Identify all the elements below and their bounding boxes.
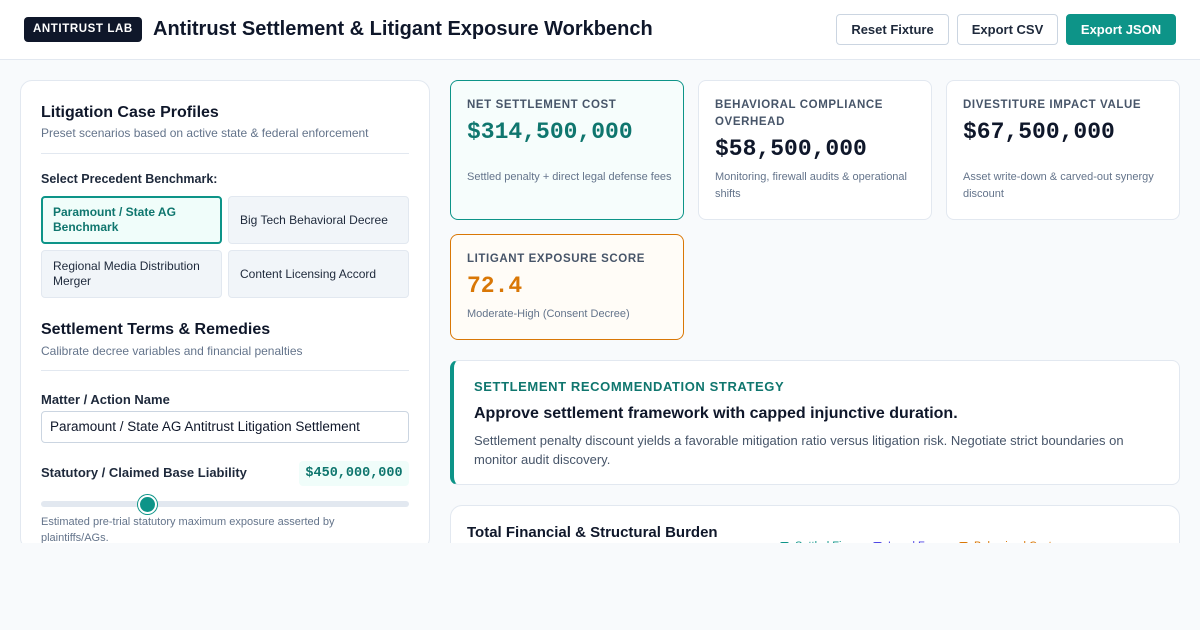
app-badge: ANTITRUST LAB — [24, 17, 142, 42]
divestiture-impact-value: $67,500,000 — [963, 119, 1115, 145]
litigant-exposure-note: Moderate-High (Consent Decree) — [467, 308, 630, 320]
preset-paramount-benchmark[interactable]: Paramount / State AG Benchmark — [41, 196, 222, 244]
litigant-exposure-card: LITIGANT EXPOSURE SCORE 72.4 Moderate-Hi… — [450, 234, 684, 340]
divestiture-impact-note: Asset write-down & carved-out synergy di… — [963, 171, 1154, 200]
terms-title: Settlement Terms & Remedies — [41, 321, 271, 338]
benchmark-label: Select Precedent Benchmark: — [41, 172, 218, 186]
divestiture-impact-label: DIVESTITURE IMPACT VALUE — [963, 99, 1142, 111]
litigant-exposure-label: LITIGANT EXPOSURE SCORE — [467, 253, 646, 265]
preset-label: Content Licensing Accord — [240, 266, 377, 281]
divestiture-impact-card: DIVESTITURE IMPACT VALUE $67,500,000 Ass… — [946, 80, 1180, 220]
settings-panel: Litigation Case Profiles Preset scenario… — [20, 80, 430, 550]
export-csv-button[interactable]: Export CSV — [957, 14, 1058, 45]
preset-label: Regional Media Distribution Merger — [53, 259, 200, 288]
top-bar: ANTITRUST LAB Antitrust Settlement & Lit… — [0, 0, 1200, 60]
recommendation-kicker: SETTLEMENT RECOMMENDATION STRATEGY — [474, 379, 785, 394]
net-settlement-note: Settled penalty + direct legal defense f… — [467, 171, 672, 183]
app-title: Antitrust Settlement & Litigant Exposure… — [153, 18, 653, 40]
behavioral-compliance-value: $58,500,000 — [715, 136, 867, 162]
base-liability-value: $450,000,000 — [299, 461, 409, 486]
preset-content-licensing[interactable]: Content Licensing Accord — [228, 250, 409, 298]
recommendation-body: Settlement penalty discount yields a fav… — [474, 433, 1124, 467]
base-liability-help: Estimated pre-trial statutory maximum ex… — [41, 516, 335, 544]
case-profiles-subtitle: Preset scenarios based on active state &… — [41, 126, 369, 140]
divider — [41, 370, 409, 371]
slider-thumb[interactable] — [138, 495, 158, 514]
net-settlement-value: $314,500,000 — [467, 119, 633, 145]
behavioral-compliance-note: Monitoring, firewall audits & operationa… — [715, 171, 907, 200]
preset-label: Big Tech Behavioral Decree — [240, 212, 388, 227]
behavioral-compliance-card: BEHAVIORAL COMPLIANCE OVERHEAD $58,500,0… — [698, 80, 932, 220]
reset-fixture-button[interactable]: Reset Fixture — [836, 14, 949, 45]
burden-chart-title: Total Financial & Structural Burden — [467, 524, 718, 541]
base-liability-label: Statutory / Claimed Base Liability — [41, 465, 247, 480]
preset-big-tech-decree[interactable]: Big Tech Behavioral Decree — [228, 196, 409, 244]
recommendation-card: SETTLEMENT RECOMMENDATION STRATEGY Appro… — [450, 360, 1180, 485]
preset-label: Paramount / State AG Benchmark — [53, 205, 176, 234]
preset-regional-media-merger[interactable]: Regional Media Distribution Merger — [41, 250, 222, 298]
terms-subtitle: Calibrate decree variables and financial… — [41, 344, 303, 358]
net-settlement-label: NET SETTLEMENT COST — [467, 99, 617, 111]
base-liability-slider[interactable] — [41, 501, 409, 507]
recommendation-headline: Approve settlement framework with capped… — [474, 405, 958, 422]
divider — [41, 153, 409, 154]
litigant-exposure-value: 72.4 — [467, 273, 523, 299]
export-json-button[interactable]: Export JSON — [1066, 14, 1176, 45]
case-profiles-title: Litigation Case Profiles — [41, 104, 219, 121]
matter-name-input[interactable]: Paramount / State AG Antitrust Litigatio… — [41, 411, 409, 443]
net-settlement-card: NET SETTLEMENT COST $314,500,000 Settled… — [450, 80, 684, 220]
behavioral-compliance-label: BEHAVIORAL COMPLIANCE OVERHEAD — [715, 99, 884, 128]
matter-name-label: Matter / Action Name — [41, 392, 170, 407]
page-background — [0, 543, 1200, 630]
